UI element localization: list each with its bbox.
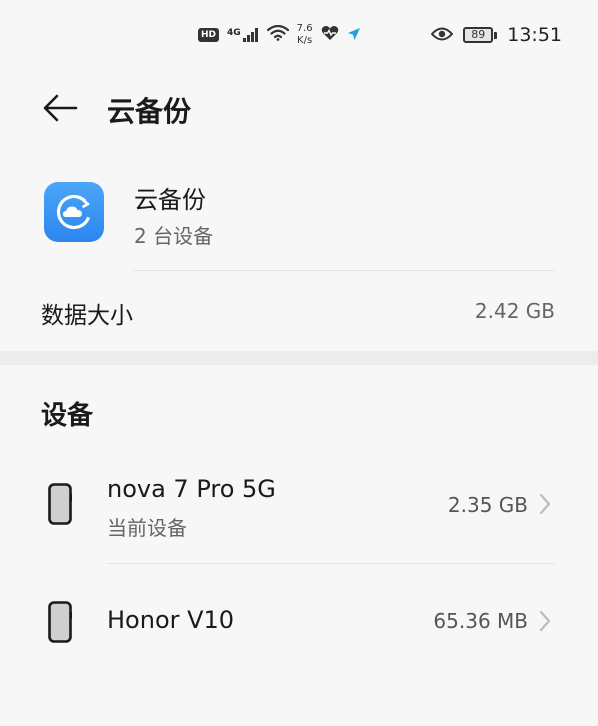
screen: HD 4G 7.6 K/s 89 13:51 云备份 云备份 2 台设备 数据大…	[0, 0, 598, 726]
device-subtitle: 当前设备	[107, 516, 187, 540]
battery-icon: 89	[463, 27, 498, 43]
cellular-signal-icon: 4G	[227, 28, 259, 42]
phone-icon	[48, 601, 72, 643]
eye-icon	[430, 26, 454, 45]
data-size-row: 数据大小 2.42 GB	[0, 272, 598, 350]
device-name: Honor V10	[107, 606, 235, 634]
battery-level: 89	[463, 27, 494, 43]
back-button[interactable]	[38, 88, 82, 128]
device-row-nova-7-pro[interactable]: nova 7 Pro 5G 当前设备 2.35 GB	[0, 455, 598, 563]
page-title: 云备份	[107, 95, 192, 128]
devices-section: 设备 nova 7 Pro 5G 当前设备 2.35 GB Honor V10 …	[0, 365, 598, 726]
back-arrow-icon	[43, 94, 78, 122]
network-speed-value: 7.6	[296, 23, 313, 34]
network-speed: 7.6 K/s	[297, 23, 313, 47]
cloud-backup-icon	[44, 182, 104, 242]
section-separator	[0, 351, 598, 365]
app-name: 云备份	[134, 186, 206, 214]
status-right-icons: 89 13:51	[430, 20, 562, 50]
status-bar: HD 4G 7.6 K/s 89 13:51	[0, 0, 598, 70]
network-speed-unit: K/s	[297, 35, 313, 46]
data-size-value: 2.42 GB	[474, 299, 555, 323]
divider	[134, 270, 555, 271]
battery-tip	[494, 31, 498, 39]
heart-pulse-icon	[321, 25, 339, 45]
devices-section-title: 设备	[41, 401, 94, 431]
network-type-label: 4G	[227, 28, 241, 38]
device-name: nova 7 Pro 5G	[107, 475, 276, 503]
wifi-icon	[266, 24, 289, 45]
device-size: 2.35 GB	[447, 493, 528, 517]
device-count: 2 台设备	[134, 224, 214, 248]
device-size: 65.36 MB	[433, 609, 528, 633]
chevron-right-icon	[539, 493, 551, 515]
hd-badge: HD	[198, 28, 220, 42]
phone-icon	[48, 483, 72, 525]
status-time: 13:51	[507, 24, 562, 46]
data-size-label: 数据大小	[41, 303, 133, 329]
account-card: 云备份 2 台设备 数据大小 2.42 GB	[0, 160, 598, 350]
location-arrow-icon	[347, 26, 361, 45]
device-row-honor-v10[interactable]: Honor V10 65.36 MB	[0, 564, 598, 682]
chevron-right-icon	[539, 610, 551, 632]
app-header: 云备份	[0, 78, 598, 140]
status-left-icons: HD 4G 7.6 K/s	[198, 20, 361, 50]
